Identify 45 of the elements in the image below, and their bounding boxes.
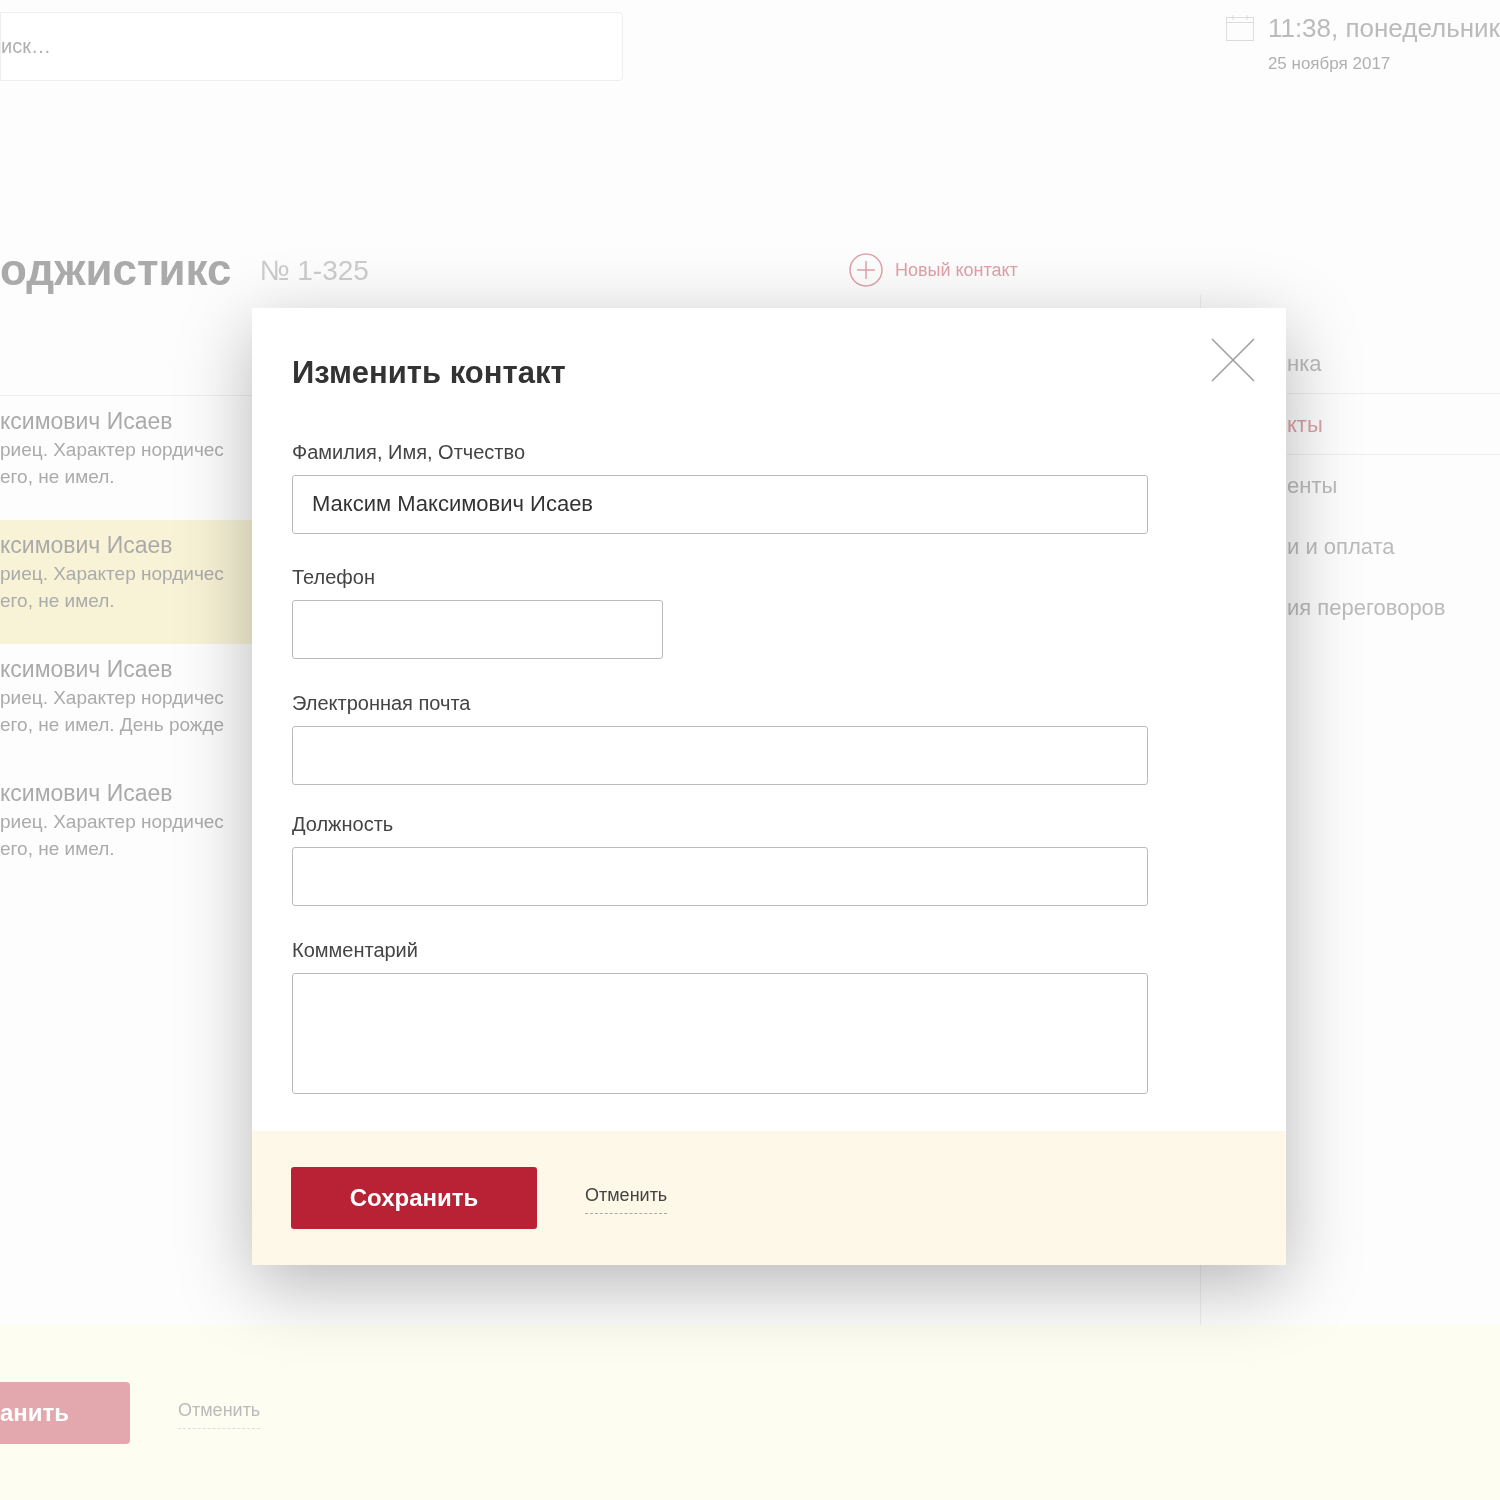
contact-note: риец. Характер нордичес <box>0 562 225 586</box>
nav-item[interactable]: ия переговоров <box>1287 577 1500 638</box>
cancel-link[interactable]: Отменить <box>585 1182 668 1214</box>
nav-item[interactable]: кты <box>1287 394 1500 455</box>
date-text: 25 ноября 2017 <box>1267 53 1392 75</box>
nav-item[interactable]: и и оплата <box>1287 516 1500 577</box>
contact-note: его, не имел. <box>0 465 116 489</box>
contact-item[interactable]: ксимович Исаев риец. Характер нордичес его, не имел. <box>0 520 252 644</box>
contact-item[interactable]: ксимович Исаев риец. Характер нордичес его, не имел. День рожде <box>0 644 252 768</box>
field-label: Телефон <box>292 564 376 590</box>
save-button[interactable]: анить <box>0 1381 130 1444</box>
input-field[interactable]: Максим Максимович Исаев <box>292 474 1148 534</box>
contact-note: его, не имел. День рожде <box>0 713 226 737</box>
search-field[interactable]: иск… <box>0 12 623 81</box>
comment-field[interactable] <box>292 972 1148 1094</box>
contact-note: риец. Характер нордичес <box>0 810 225 834</box>
close-icon <box>1211 338 1255 382</box>
contact-note: риец. Характер нордичес <box>0 438 225 462</box>
calendar-icon <box>1225 14 1254 41</box>
nav-item[interactable]: енты <box>1287 455 1500 516</box>
contact-name: ксимович Исаев <box>0 531 174 560</box>
field-label: Фамилия, Имя, Отчество <box>292 439 527 465</box>
contact-note: его, не имел. <box>0 837 116 861</box>
input-field[interactable] <box>292 599 663 659</box>
field-label: Должность <box>292 811 395 837</box>
field-label: Комментарий <box>292 937 419 963</box>
input-field[interactable] <box>292 846 1148 906</box>
contact-note: его, не имел. <box>0 589 116 613</box>
nav-item[interactable]: нка <box>1287 333 1500 394</box>
contact-note: риец. Характер нордичес <box>0 686 225 710</box>
new-contact-link[interactable]: Новый контакт <box>848 253 1018 287</box>
cancel-link[interactable]: Отменить <box>178 1396 261 1429</box>
field-label: Электронная почта <box>292 690 472 716</box>
time-text: 11:38, понедельник <box>1267 13 1500 43</box>
contact-item[interactable]: ксимович Исаев риец. Характер нордичес его, не имел. <box>0 396 252 520</box>
dialog-title: Изменить контакт <box>292 354 566 392</box>
contact-name: ксимович Исаев <box>0 655 174 684</box>
contact-name: ксимович Исаев <box>0 779 174 808</box>
save-button[interactable]: Сохранить <box>291 1167 537 1229</box>
company-title: оджистикс <box>0 245 232 295</box>
input-field[interactable] <box>292 725 1148 785</box>
plus-icon <box>848 253 883 287</box>
close-button[interactable] <box>1211 338 1255 382</box>
contact-name: ксимович Исаев <box>0 407 174 436</box>
contact-item[interactable]: ксимович Исаев риец. Характер нордичес его, не имел. <box>0 768 252 892</box>
